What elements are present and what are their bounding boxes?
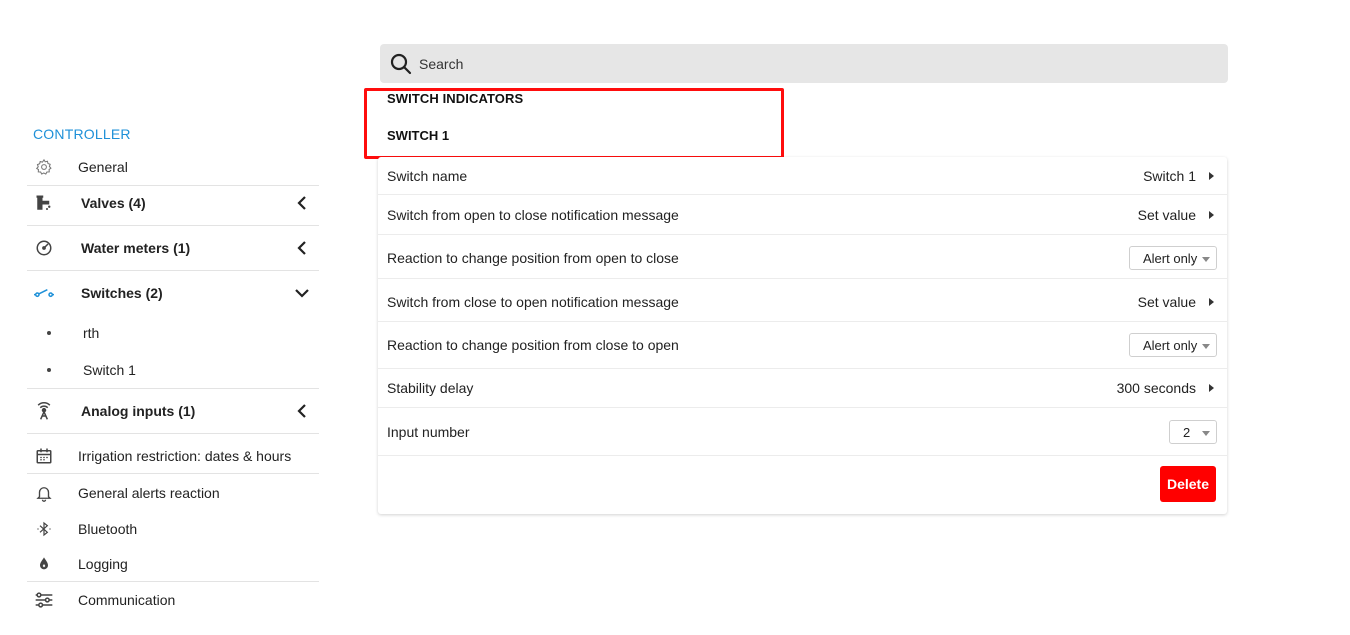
caret-right-icon[interactable]: [1209, 298, 1214, 306]
setting-label: Reaction to change position from open to…: [387, 250, 679, 266]
valve-icon: [27, 194, 61, 212]
sidebar-item-label: General: [78, 159, 128, 175]
gauge-icon: [27, 239, 61, 257]
gear-icon: [27, 158, 61, 176]
setting-value[interactable]: Set value: [1138, 207, 1196, 223]
settings-card: Switch name Switch 1 Switch from open to…: [378, 157, 1227, 514]
sidebar-item-analog-inputs[interactable]: Analog inputs (1): [27, 400, 319, 422]
setting-label: Input number: [387, 424, 470, 440]
sidebar-title: CONTROLLER: [33, 126, 131, 142]
input-number-select[interactable]: 2: [1169, 420, 1217, 444]
antenna-icon: [27, 401, 61, 421]
divider: [27, 225, 319, 226]
divider: [27, 185, 319, 186]
setting-label: Switch name: [387, 168, 468, 184]
sidebar-subitem-label: rth: [83, 325, 100, 341]
select-value: 2: [1183, 424, 1191, 440]
sidebar-item-valves[interactable]: Valves (4): [27, 192, 319, 214]
divider: [378, 194, 1227, 195]
sidebar-subitem-rth[interactable]: rth: [27, 323, 319, 343]
sidebar-item-label: Water meters (1): [81, 240, 191, 256]
sidebar-item-general-alerts[interactable]: General alerts reaction: [27, 482, 319, 504]
divider: [27, 388, 319, 389]
sidebar-item-label: Logging: [78, 556, 128, 572]
bluetooth-icon: [27, 520, 61, 538]
highlight-box: [364, 88, 784, 159]
setting-value[interactable]: Set value: [1138, 294, 1196, 310]
chevron-down-icon[interactable]: [295, 286, 309, 300]
setting-row-open-close-reaction[interactable]: Reaction to change position from open to…: [378, 246, 1227, 270]
setting-label: Switch from open to close notification m…: [387, 207, 679, 223]
caret-right-icon[interactable]: [1209, 211, 1214, 219]
delete-button[interactable]: Delete: [1160, 466, 1216, 502]
setting-row-stability-delay[interactable]: Stability delay 300 seconds: [378, 377, 1227, 399]
sidebar-item-label: Irrigation restriction: dates & hours: [78, 448, 292, 464]
setting-row-open-close-message[interactable]: Switch from open to close notification m…: [378, 204, 1227, 226]
setting-row-close-open-reaction[interactable]: Reaction to change position from close t…: [378, 333, 1227, 357]
setting-label: Reaction to change position from close t…: [387, 337, 679, 353]
divider: [27, 270, 319, 271]
caret-down-icon: [1202, 257, 1210, 262]
setting-value[interactable]: Switch 1: [1143, 168, 1196, 184]
search-input[interactable]: Search: [419, 56, 463, 72]
reaction-select[interactable]: Alert only: [1129, 333, 1217, 357]
search-icon[interactable]: [389, 52, 413, 76]
chevron-left-icon[interactable]: [295, 404, 309, 418]
chevron-left-icon[interactable]: [295, 241, 309, 255]
sidebar-subitem-switch-1[interactable]: Switch 1: [27, 360, 319, 380]
divider: [378, 407, 1227, 408]
sidebar-item-label: Bluetooth: [78, 521, 138, 537]
divider: [378, 455, 1227, 456]
reaction-select[interactable]: Alert only: [1129, 246, 1217, 270]
divider: [378, 234, 1227, 235]
setting-row-close-open-message[interactable]: Switch from close to open notification m…: [378, 291, 1227, 313]
drop-icon: [27, 555, 61, 573]
bullet-icon: [47, 331, 51, 335]
divider: [27, 581, 319, 582]
setting-value[interactable]: 300 seconds: [1117, 380, 1196, 396]
divider: [378, 368, 1227, 369]
setting-row-input-number[interactable]: Input number 2: [378, 420, 1227, 444]
sidebar-item-water-meters[interactable]: Water meters (1): [27, 237, 319, 259]
calendar-icon: [27, 447, 61, 465]
sidebar-item-label: Communication: [78, 592, 176, 608]
divider: [27, 433, 319, 434]
sidebar-item-label: Analog inputs (1): [81, 403, 196, 419]
divider: [27, 473, 319, 474]
caret-down-icon: [1202, 344, 1210, 349]
setting-label: Switch from close to open notification m…: [387, 294, 679, 310]
bullet-icon: [47, 368, 51, 372]
setting-row-switch-name[interactable]: Switch name Switch 1: [378, 165, 1227, 187]
search-bar[interactable]: Search: [380, 44, 1228, 83]
sidebar-item-bluetooth[interactable]: Bluetooth: [27, 518, 319, 540]
divider: [378, 321, 1227, 322]
sidebar-item-label: Valves (4): [81, 195, 146, 211]
sidebar-item-communication[interactable]: Communication: [27, 589, 319, 611]
bell-icon: [27, 484, 61, 502]
select-value: Alert only: [1143, 337, 1198, 353]
caret-right-icon[interactable]: [1209, 172, 1214, 180]
select-value: Alert only: [1143, 250, 1198, 266]
sidebar-item-general[interactable]: General: [27, 156, 319, 178]
setting-label: Stability delay: [387, 380, 474, 396]
switch-icon: [27, 286, 61, 300]
chevron-left-icon[interactable]: [295, 196, 309, 210]
caret-right-icon[interactable]: [1209, 384, 1214, 392]
sliders-icon: [27, 591, 61, 609]
sidebar-item-logging[interactable]: Logging: [27, 553, 319, 575]
sidebar-item-label: Switches (2): [81, 285, 163, 301]
sidebar-item-irrigation-restriction[interactable]: Irrigation restriction: dates & hours: [27, 445, 319, 467]
divider: [378, 278, 1227, 279]
sidebar-item-switches[interactable]: Switches (2): [27, 282, 319, 304]
caret-down-icon: [1202, 431, 1210, 436]
sidebar-subitem-label: Switch 1: [83, 362, 136, 378]
sidebar-item-label: General alerts reaction: [78, 485, 220, 501]
